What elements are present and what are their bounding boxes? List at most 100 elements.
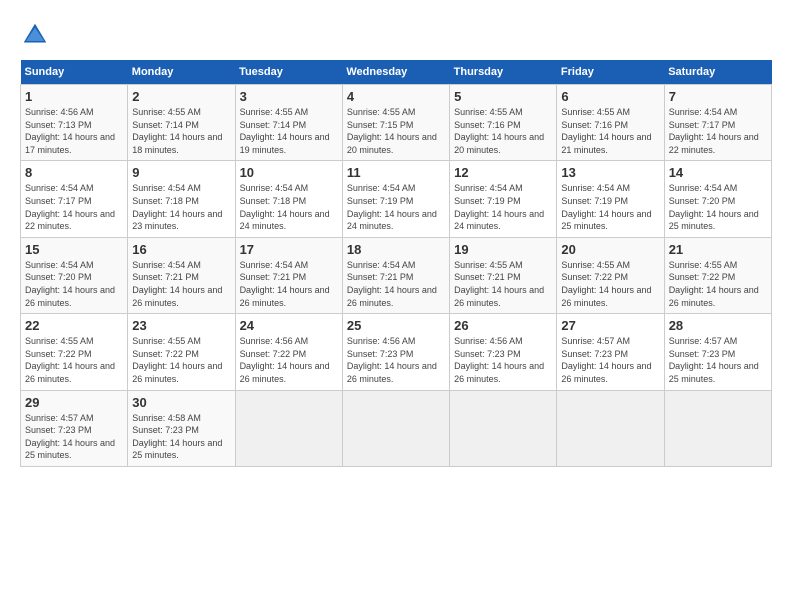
calendar-cell: 24 Sunrise: 4:56 AMSunset: 7:22 PMDayligh…: [235, 314, 342, 390]
day-number: 21: [669, 242, 767, 257]
day-number: 1: [25, 89, 123, 104]
calendar-cell: 6 Sunrise: 4:55 AMSunset: 7:16 PMDaylight…: [557, 85, 664, 161]
day-number: 6: [561, 89, 659, 104]
day-info: Sunrise: 4:58 AMSunset: 7:23 PMDaylight:…: [132, 412, 230, 462]
day-info: Sunrise: 4:55 AMSunset: 7:22 PMDaylight:…: [25, 335, 123, 385]
calendar-cell: 30Sunrise: 4:58 AMSunset: 7:23 PMDayligh…: [128, 390, 235, 466]
weekday-header-row: SundayMondayTuesdayWednesdayThursdayFrid…: [21, 60, 772, 85]
day-info: Sunrise: 4:57 AMSunset: 7:23 PMDaylight:…: [561, 335, 659, 385]
day-number: 26: [454, 318, 552, 333]
calendar-cell: 27 Sunrise: 4:57 AMSunset: 7:23 PMDayligh…: [557, 314, 664, 390]
day-info: Sunrise: 4:55 AMSunset: 7:22 PMDaylight:…: [561, 259, 659, 309]
weekday-saturday: Saturday: [664, 60, 771, 85]
calendar-week-4: 22 Sunrise: 4:55 AMSunset: 7:22 PMDayligh…: [21, 314, 772, 390]
calendar-cell: 19 Sunrise: 4:55 AMSunset: 7:21 PMDayligh…: [450, 237, 557, 313]
calendar-cell: 28 Sunrise: 4:57 AMSunset: 7:23 PMDayligh…: [664, 314, 771, 390]
day-number: 3: [240, 89, 338, 104]
day-number: 27: [561, 318, 659, 333]
day-number: 20: [561, 242, 659, 257]
day-number: 22: [25, 318, 123, 333]
calendar-week-2: 8 Sunrise: 4:54 AMSunset: 7:17 PMDaylight…: [21, 161, 772, 237]
weekday-sunday: Sunday: [21, 60, 128, 85]
calendar-cell: 22 Sunrise: 4:55 AMSunset: 7:22 PMDayligh…: [21, 314, 128, 390]
day-info: Sunrise: 4:54 AMSunset: 7:21 PMDaylight:…: [347, 259, 445, 309]
day-number: 10: [240, 165, 338, 180]
calendar-cell: [450, 390, 557, 466]
calendar-cell: 8 Sunrise: 4:54 AMSunset: 7:17 PMDaylight…: [21, 161, 128, 237]
day-info: Sunrise: 4:57 AMSunset: 7:23 PMDaylight:…: [669, 335, 767, 385]
day-info: Sunrise: 4:56 AMSunset: 7:13 PMDaylight:…: [25, 106, 123, 156]
calendar-cell: 2Sunrise: 4:55 AMSunset: 7:14 PMDaylight…: [128, 85, 235, 161]
day-info: Sunrise: 4:54 AMSunset: 7:19 PMDaylight:…: [561, 182, 659, 232]
calendar-cell: 25 Sunrise: 4:56 AMSunset: 7:23 PMDayligh…: [342, 314, 449, 390]
day-number: 11: [347, 165, 445, 180]
logo: [20, 20, 54, 50]
calendar-cell: [557, 390, 664, 466]
calendar-week-3: 15 Sunrise: 4:54 AMSunset: 7:20 PMDayligh…: [21, 237, 772, 313]
calendar-cell: [342, 390, 449, 466]
calendar-cell: 18Sunrise: 4:54 AMSunset: 7:21 PMDayligh…: [342, 237, 449, 313]
day-number: 25: [347, 318, 445, 333]
calendar-week-1: 1 Sunrise: 4:56 AMSunset: 7:13 PMDaylight…: [21, 85, 772, 161]
calendar-cell: 23 Sunrise: 4:55 AMSunset: 7:22 PMDayligh…: [128, 314, 235, 390]
day-number: 9: [132, 165, 230, 180]
calendar-cell: 29 Sunrise: 4:57 AMSunset: 7:23 PMDayligh…: [21, 390, 128, 466]
weekday-wednesday: Wednesday: [342, 60, 449, 85]
day-info: Sunrise: 4:55 AMSunset: 7:14 PMDaylight:…: [240, 106, 338, 156]
day-number: 8: [25, 165, 123, 180]
day-number: 14: [669, 165, 767, 180]
calendar-cell: 1 Sunrise: 4:56 AMSunset: 7:13 PMDaylight…: [21, 85, 128, 161]
calendar-cell: 10Sunrise: 4:54 AMSunset: 7:18 PMDayligh…: [235, 161, 342, 237]
day-number: 28: [669, 318, 767, 333]
day-info: Sunrise: 4:54 AMSunset: 7:21 PMDaylight:…: [132, 259, 230, 309]
day-info: Sunrise: 4:54 AMSunset: 7:20 PMDaylight:…: [669, 182, 767, 232]
day-info: Sunrise: 4:54 AMSunset: 7:20 PMDaylight:…: [25, 259, 123, 309]
day-number: 17: [240, 242, 338, 257]
day-number: 29: [25, 395, 123, 410]
logo-icon: [20, 20, 50, 50]
day-number: 16: [132, 242, 230, 257]
day-info: Sunrise: 4:54 AMSunset: 7:17 PMDaylight:…: [25, 182, 123, 232]
calendar-cell: [664, 390, 771, 466]
calendar-body: 1 Sunrise: 4:56 AMSunset: 7:13 PMDaylight…: [21, 85, 772, 467]
day-info: Sunrise: 4:54 AMSunset: 7:19 PMDaylight:…: [454, 182, 552, 232]
calendar-cell: 5Sunrise: 4:55 AMSunset: 7:16 PMDaylight…: [450, 85, 557, 161]
calendar-cell: [235, 390, 342, 466]
calendar-cell: 26 Sunrise: 4:56 AMSunset: 7:23 PMDayligh…: [450, 314, 557, 390]
day-number: 15: [25, 242, 123, 257]
calendar-header: [20, 20, 772, 50]
weekday-thursday: Thursday: [450, 60, 557, 85]
day-info: Sunrise: 4:55 AMSunset: 7:21 PMDaylight:…: [454, 259, 552, 309]
calendar-table: SundayMondayTuesdayWednesdayThursdayFrid…: [20, 60, 772, 467]
day-number: 12: [454, 165, 552, 180]
day-number: 7: [669, 89, 767, 104]
day-number: 2: [132, 89, 230, 104]
day-info: Sunrise: 4:57 AMSunset: 7:23 PMDaylight:…: [25, 412, 123, 462]
calendar-cell: 11 Sunrise: 4:54 AMSunset: 7:19 PMDayligh…: [342, 161, 449, 237]
day-number: 4: [347, 89, 445, 104]
calendar-cell: 17 Sunrise: 4:54 AMSunset: 7:21 PMDayligh…: [235, 237, 342, 313]
day-number: 13: [561, 165, 659, 180]
weekday-friday: Friday: [557, 60, 664, 85]
day-info: Sunrise: 4:55 AMSunset: 7:15 PMDaylight:…: [347, 106, 445, 156]
day-number: 19: [454, 242, 552, 257]
calendar-cell: 9 Sunrise: 4:54 AMSunset: 7:18 PMDaylight…: [128, 161, 235, 237]
day-info: Sunrise: 4:55 AMSunset: 7:22 PMDaylight:…: [132, 335, 230, 385]
calendar-cell: 13 Sunrise: 4:54 AMSunset: 7:19 PMDayligh…: [557, 161, 664, 237]
day-info: Sunrise: 4:55 AMSunset: 7:16 PMDaylight:…: [454, 106, 552, 156]
day-number: 23: [132, 318, 230, 333]
day-info: Sunrise: 4:55 AMSunset: 7:16 PMDaylight:…: [561, 106, 659, 156]
day-number: 24: [240, 318, 338, 333]
calendar-cell: 14 Sunrise: 4:54 AMSunset: 7:20 PMDayligh…: [664, 161, 771, 237]
day-info: Sunrise: 4:56 AMSunset: 7:22 PMDaylight:…: [240, 335, 338, 385]
day-info: Sunrise: 4:54 AMSunset: 7:18 PMDaylight:…: [132, 182, 230, 232]
logo-inner: [20, 20, 54, 50]
calendar-cell: 4 Sunrise: 4:55 AMSunset: 7:15 PMDaylight…: [342, 85, 449, 161]
day-info: Sunrise: 4:54 AMSunset: 7:19 PMDaylight:…: [347, 182, 445, 232]
day-info: Sunrise: 4:55 AMSunset: 7:22 PMDaylight:…: [669, 259, 767, 309]
day-info: Sunrise: 4:54 AMSunset: 7:21 PMDaylight:…: [240, 259, 338, 309]
calendar-cell: 7 Sunrise: 4:54 AMSunset: 7:17 PMDaylight…: [664, 85, 771, 161]
day-info: Sunrise: 4:56 AMSunset: 7:23 PMDaylight:…: [347, 335, 445, 385]
day-info: Sunrise: 4:56 AMSunset: 7:23 PMDaylight:…: [454, 335, 552, 385]
day-info: Sunrise: 4:54 AMSunset: 7:17 PMDaylight:…: [669, 106, 767, 156]
